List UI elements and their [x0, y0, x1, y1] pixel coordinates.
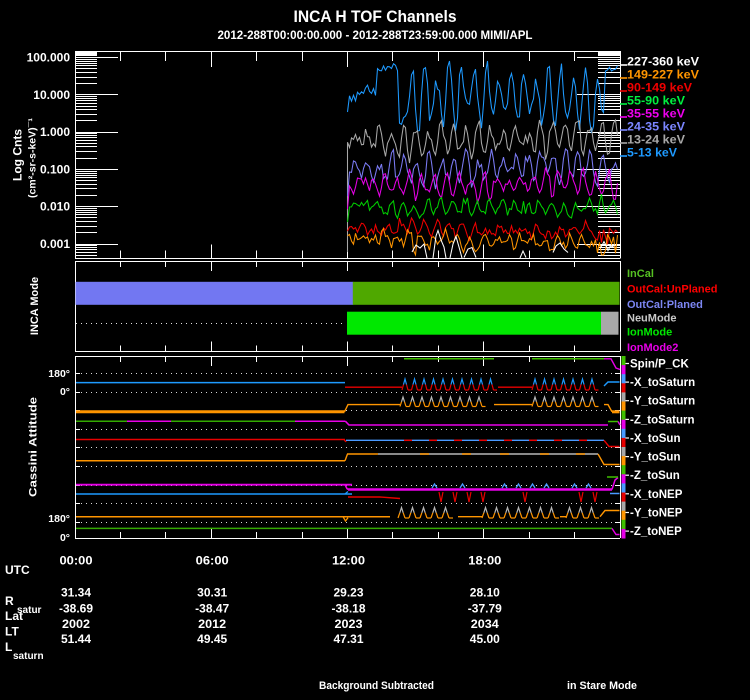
svg-text:13-24 keV: 13-24 keV	[627, 133, 685, 147]
svg-text:47.31: 47.31	[334, 634, 365, 646]
svg-text:1.000: 1.000	[40, 125, 70, 139]
svg-text:InCal: InCal	[627, 268, 654, 280]
svg-text:18:00: 18:00	[468, 556, 501, 568]
svg-text:227-360 keV: 227-360 keV	[627, 55, 699, 69]
svg-text:0°: 0°	[60, 532, 70, 544]
svg-text:180°: 180°	[48, 368, 70, 380]
svg-text:-X_toNEP: -X_toNEP	[630, 489, 683, 501]
svg-text:OutCal:UnPlaned: OutCal:UnPlaned	[627, 284, 717, 296]
svg-text:NeuMode: NeuMode	[627, 313, 677, 325]
svg-text:saturn: saturn	[13, 651, 44, 662]
svg-text:28.10: 28.10	[470, 588, 500, 600]
svg-text:(cm²-sr-s-keV)¯¹: (cm²-sr-s-keV)¯¹	[27, 118, 39, 198]
svg-text:35-55 keV: 35-55 keV	[627, 107, 685, 121]
svg-text:2023: 2023	[335, 619, 363, 631]
svg-text:5-13 keV: 5-13 keV	[627, 146, 677, 160]
svg-text:-Y_toSaturn: -Y_toSaturn	[630, 396, 695, 408]
svg-text:0.001: 0.001	[40, 237, 70, 251]
svg-text:INCA Mode: INCA Mode	[29, 277, 41, 335]
svg-text:-Z_toSaturn: -Z_toSaturn	[630, 414, 695, 426]
svg-text:0°: 0°	[60, 386, 70, 398]
svg-text:-Y_toNEP: -Y_toNEP	[630, 508, 683, 520]
svg-text:Log Cnts: Log Cnts	[10, 129, 24, 181]
svg-text:149-227 keV: 149-227 keV	[627, 68, 699, 82]
svg-text:INCA H TOF Channels: INCA H TOF Channels	[294, 7, 457, 26]
svg-text:00:00: 00:00	[60, 556, 93, 568]
svg-text:R: R	[5, 594, 14, 608]
svg-text:55-90 keV: 55-90 keV	[627, 94, 685, 108]
svg-text:0.100: 0.100	[40, 162, 70, 176]
svg-text:Lat: Lat	[5, 609, 23, 623]
svg-text:-37.79: -37.79	[468, 604, 502, 616]
svg-text:12:00: 12:00	[332, 556, 365, 568]
svg-text:in Stare Mode: in Stare Mode	[567, 680, 637, 692]
svg-text:10.000: 10.000	[33, 88, 70, 102]
svg-text:IonMode: IonMode	[627, 327, 672, 339]
svg-text:LT: LT	[5, 625, 19, 639]
svg-text:-Y_toSun: -Y_toSun	[630, 452, 680, 464]
svg-text:180°: 180°	[48, 513, 70, 525]
svg-text:UTC: UTC	[5, 563, 30, 577]
svg-text:90-149 keV: 90-149 keV	[627, 81, 692, 95]
svg-text:2012-288T00:00:00.000 - 2012-2: 2012-288T00:00:00.000 - 2012-288T23:59:0…	[218, 28, 533, 42]
svg-text:45.00: 45.00	[470, 634, 500, 646]
svg-text:-Z_toNEP: -Z_toNEP	[630, 526, 682, 538]
svg-text:IonMode2: IonMode2	[627, 342, 678, 354]
svg-text:49.45: 49.45	[197, 634, 228, 646]
svg-text:Spin/P_CK: Spin/P_CK	[630, 359, 689, 371]
svg-text:2002: 2002	[62, 619, 90, 631]
svg-text:-Z_toSun: -Z_toSun	[630, 470, 680, 482]
svg-text:-X_toSun: -X_toSun	[630, 433, 680, 445]
svg-text:L: L	[5, 640, 12, 654]
svg-text:OutCal:Planed: OutCal:Planed	[627, 299, 703, 311]
svg-text:Background Subtracted: Background Subtracted	[319, 680, 434, 692]
svg-text:-38.18: -38.18	[332, 604, 367, 616]
svg-text:29.23: 29.23	[334, 588, 364, 600]
svg-text:24-35 keV: 24-35 keV	[627, 120, 685, 134]
svg-text:-38.69: -38.69	[59, 604, 93, 616]
svg-text:100.000: 100.000	[27, 51, 71, 65]
svg-text:0.010: 0.010	[40, 200, 70, 214]
svg-text:06:00: 06:00	[196, 556, 229, 568]
svg-text:2034: 2034	[471, 619, 500, 631]
svg-text:2012: 2012	[198, 619, 226, 631]
svg-text:-38.47: -38.47	[195, 604, 229, 616]
svg-text:51.44: 51.44	[61, 634, 92, 646]
svg-text:30.31: 30.31	[197, 588, 228, 600]
svg-text:31.34: 31.34	[61, 588, 92, 600]
svg-text:-X_toSaturn: -X_toSaturn	[630, 377, 695, 389]
svg-text:Cassini Attitude: Cassini Attitude	[28, 397, 40, 497]
